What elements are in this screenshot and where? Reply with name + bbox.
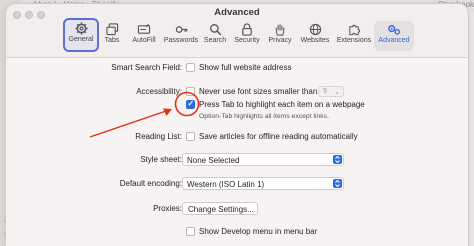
window-title: Advanced — [214, 7, 260, 18]
gear-icon — [74, 22, 88, 35]
preferences-window: Advanced General Tabs AutoFill Passwords… — [6, 4, 468, 246]
toolbar-search[interactable]: Search — [202, 21, 228, 51]
toolbar-security[interactable]: Security — [231, 21, 263, 51]
save-articles-label: Save articles for offline reading automa… — [199, 132, 358, 141]
reading-list-label: Reading List: — [135, 132, 182, 141]
toolbar-advanced[interactable]: Advanced — [374, 21, 414, 51]
toolbar-extensions[interactable]: Extensions — [335, 21, 373, 51]
toolbar-passwords[interactable]: Passwords — [162, 21, 200, 51]
default-encoding-select[interactable]: Western (ISO Latin 1) — [182, 177, 344, 190]
lock-icon — [242, 23, 252, 36]
toolbar-search-label: Search — [203, 37, 227, 44]
tabs-icon — [105, 23, 118, 36]
key-icon — [175, 26, 187, 33]
globe-icon — [309, 23, 321, 36]
toolbar-advanced-label: Advanced — [378, 37, 410, 44]
updown-arrows-icon — [333, 179, 342, 188]
proxies-label: Proxies: — [153, 204, 182, 213]
show-develop-menu-checkbox[interactable] — [186, 227, 195, 236]
change-settings-label: Change Settings... — [188, 204, 254, 214]
toolbar-extensions-label: Extensions — [336, 37, 372, 44]
toolbar-websites-label: Websites — [300, 37, 330, 44]
toolbar-tabs-label: Tabs — [104, 37, 120, 44]
default-encoding-label: Default encoding: — [119, 179, 182, 188]
advanced-settings-pane: Smart Search Field: Show full website ad… — [6, 59, 468, 246]
show-full-address-checkbox[interactable] — [186, 63, 195, 72]
save-articles-checkbox[interactable] — [186, 132, 195, 141]
chevron-down-icon: ⌄ — [334, 89, 340, 96]
smart-search-label: Smart Search Field: — [111, 63, 182, 72]
toolbar-privacy-label: Privacy — [268, 37, 292, 44]
hand-icon — [275, 24, 285, 36]
press-tab-hint: Option-Tab highlights all items except l… — [199, 113, 329, 120]
toolbar-autofill[interactable]: AutoFill — [127, 21, 161, 51]
change-settings-button[interactable]: Change Settings... — [182, 202, 258, 215]
gears-icon — [388, 25, 401, 35]
search-icon — [209, 24, 221, 36]
toolbar-autofill-label: AutoFill — [132, 37, 156, 44]
style-sheet-value: None Selected — [187, 155, 240, 165]
min-font-size-value: 9 — [323, 88, 327, 95]
press-tab-label: Press Tab to highlight each item on a we… — [199, 100, 365, 109]
puzzle-icon — [348, 24, 360, 36]
toolbar-security-label: Security — [234, 37, 260, 44]
toolbar-websites[interactable]: Websites — [298, 21, 332, 51]
updown-arrows-icon — [333, 155, 342, 164]
min-font-size-checkbox[interactable] — [186, 87, 195, 96]
toolbar-passwords-label: Passwords — [163, 37, 199, 44]
default-encoding-value: Western (ISO Latin 1) — [187, 179, 265, 189]
min-font-size-select[interactable]: 9 ⌄ — [318, 86, 344, 97]
show-develop-menu-label: Show Develop menu in menu bar — [199, 227, 318, 236]
toolbar-general[interactable]: General — [63, 18, 99, 52]
style-sheet-label: Style sheet: — [140, 155, 182, 164]
style-sheet-select[interactable]: None Selected — [182, 153, 344, 166]
accessibility-label: Accessibility: — [136, 87, 182, 96]
min-font-size-label: Never use font sizes smaller than — [199, 87, 318, 96]
toolbar-privacy[interactable]: Privacy — [266, 21, 294, 51]
toolbar-tabs[interactable]: Tabs — [101, 21, 123, 51]
toolbar-general-label: General — [68, 36, 94, 43]
press-tab-checkbox[interactable] — [186, 99, 195, 109]
show-full-address-label: Show full website address — [199, 63, 292, 72]
titlebar: Advanced General Tabs AutoFill Passwords… — [6, 4, 468, 58]
autofill-icon — [137, 23, 151, 34]
